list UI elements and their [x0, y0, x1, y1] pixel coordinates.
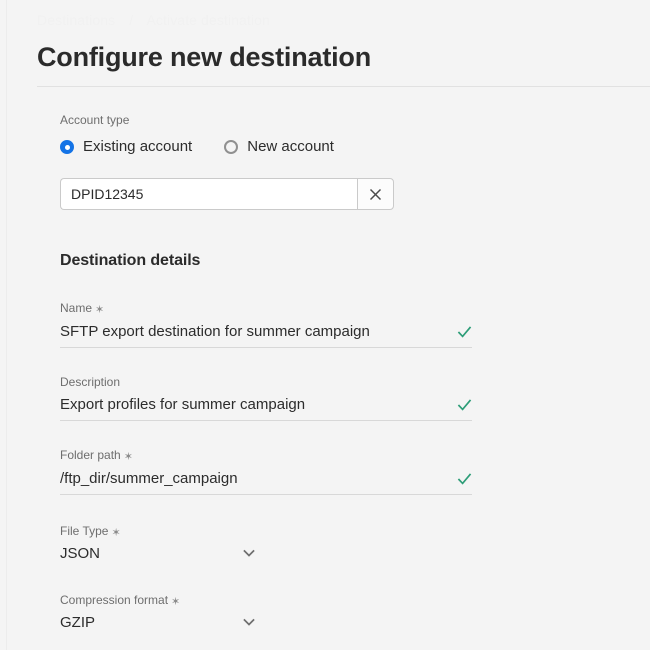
field-compression-format-value: GZIP	[60, 613, 96, 631]
required-asterisk-icon: ✶	[95, 304, 105, 316]
field-folder-path-value: /ftp_dir/summer_campaign	[60, 470, 238, 487]
field-description-input[interactable]: Export profiles for summer campaign	[60, 392, 472, 421]
field-compression-format-label-text: Compression format	[60, 593, 169, 607]
field-file-type-value: JSON	[60, 544, 101, 562]
field-file-type-select[interactable]: JSON	[60, 542, 472, 564]
chevron-down-icon[interactable]	[242, 615, 256, 629]
radio-existing-account-label: Existing account	[83, 138, 193, 155]
field-folder-path-label-text: Folder path	[60, 448, 121, 462]
field-description[interactable]: Description Export profiles for summer c…	[60, 374, 472, 421]
account-type-label: Account type	[60, 113, 130, 127]
field-file-type[interactable]: File Type ✶ JSON	[60, 523, 472, 564]
page-title: Configure new destination	[37, 42, 372, 72]
destination-details-heading: Destination details	[60, 252, 201, 269]
field-name-input[interactable]: SFTP export destination for summer campa…	[60, 319, 472, 348]
radio-new-account-label: New account	[247, 138, 334, 155]
field-description-label-text: Description	[60, 375, 121, 389]
field-file-type-label: File Type ✶	[60, 523, 472, 540]
header-divider	[37, 86, 650, 87]
required-asterisk-icon: ✶	[123, 451, 133, 463]
radio-selected-icon[interactable]	[60, 140, 74, 154]
radio-unselected-icon[interactable]	[224, 140, 239, 154]
field-description-label: Description	[60, 374, 472, 390]
field-compression-format-label: Compression format ✶	[60, 592, 472, 609]
valid-check-icon	[457, 325, 472, 340]
breadcrumb-separator: /	[129, 12, 134, 28]
field-folder-path-input[interactable]: /ftp_dir/summer_campaign	[60, 466, 472, 495]
breadcrumb[interactable]: Destinations / Activate destination	[37, 12, 270, 28]
form-content: Account type Existing account New accoun…	[60, 112, 650, 650]
close-icon	[369, 188, 382, 201]
field-compression-format[interactable]: Compression format ✶ GZIP	[60, 592, 472, 633]
account-input[interactable]	[60, 178, 357, 210]
radio-new-account[interactable]: New account	[224, 138, 334, 156]
radio-existing-account[interactable]: Existing account	[60, 138, 192, 156]
field-file-type-label-text: File Type	[60, 524, 109, 538]
field-name-value: SFTP export destination for summer campa…	[60, 323, 370, 340]
field-description-value: Export profiles for summer campaign	[60, 396, 306, 413]
clear-account-button[interactable]	[357, 178, 394, 210]
field-name[interactable]: Name ✶ SFTP export destination for summer…	[60, 300, 472, 348]
required-asterisk-icon: ✶	[171, 596, 181, 608]
field-folder-path-label: Folder path ✶	[60, 447, 472, 464]
field-compression-format-select[interactable]: GZIP	[60, 611, 472, 633]
configure-destination-page: Destinations / Activate destination Conf…	[7, 0, 650, 650]
valid-check-icon	[457, 472, 472, 487]
breadcrumb-item-destinations[interactable]: Destinations	[37, 12, 115, 28]
required-asterisk-icon: ✶	[111, 527, 121, 539]
valid-check-icon	[457, 398, 472, 413]
field-name-label-text: Name	[60, 301, 93, 315]
field-name-label: Name ✶	[60, 300, 472, 317]
chevron-down-icon[interactable]	[242, 546, 256, 560]
field-folder-path[interactable]: Folder path ✶ /ftp_dir/summer_campaign	[60, 447, 472, 495]
account-type-radio-group[interactable]: Existing account New account	[60, 138, 650, 156]
account-combobox[interactable]	[60, 178, 394, 210]
breadcrumb-item-activate-destination[interactable]: Activate destination	[146, 12, 269, 28]
